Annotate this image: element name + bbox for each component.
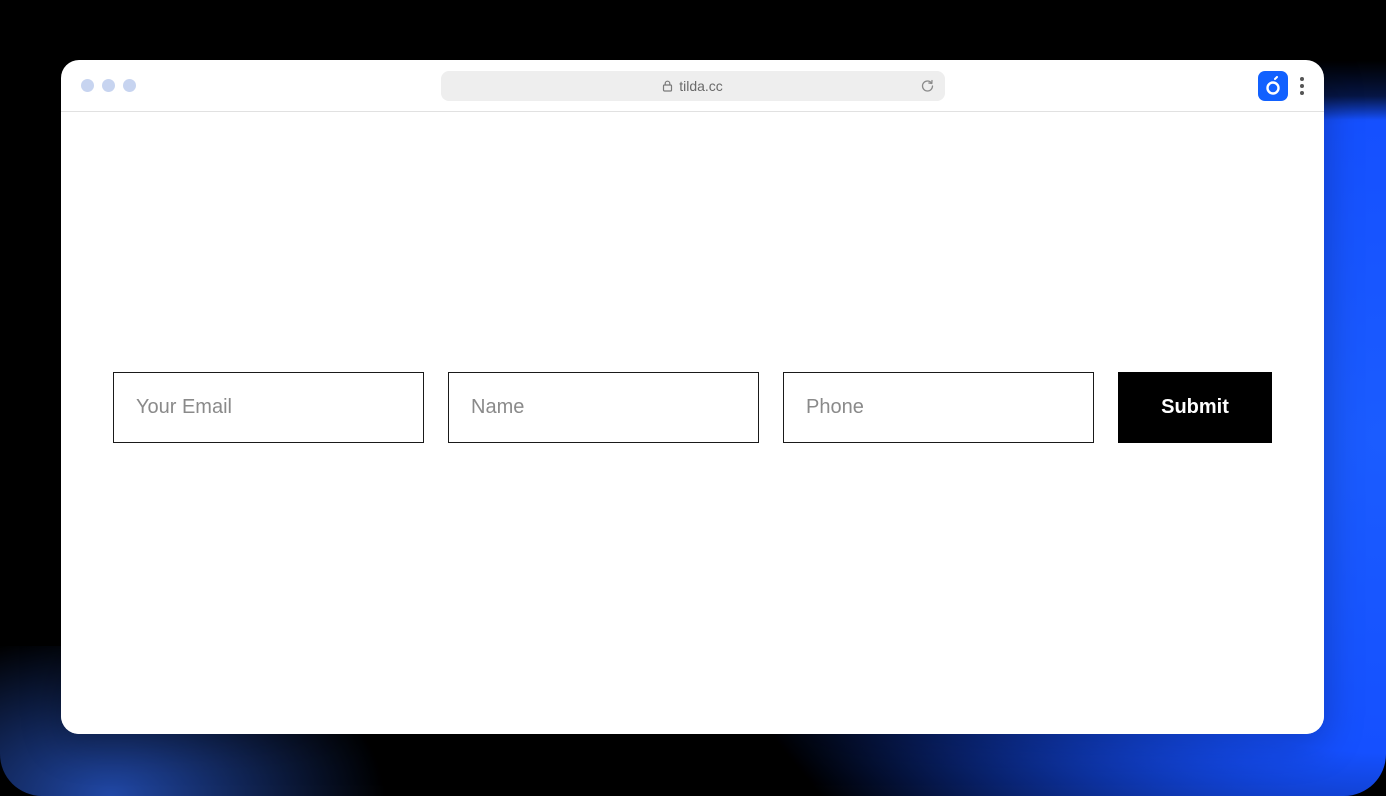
kebab-menu-icon[interactable] (1296, 73, 1308, 99)
name-field[interactable] (448, 372, 759, 443)
window-maximize-dot[interactable] (123, 79, 136, 92)
url-text: tilda.cc (679, 78, 723, 94)
lock-icon (662, 80, 673, 92)
refresh-icon[interactable] (920, 78, 935, 93)
window-minimize-dot[interactable] (102, 79, 115, 92)
browser-window: tilda.cc Submi (61, 60, 1324, 734)
phone-field[interactable] (783, 372, 1094, 443)
window-traffic-lights (81, 79, 136, 92)
tilda-app-badge[interactable] (1258, 71, 1288, 101)
email-field[interactable] (113, 372, 424, 443)
contact-form: Submit (113, 372, 1272, 443)
page-content: Submit (61, 112, 1324, 734)
toolbar-right-controls (1258, 71, 1308, 101)
browser-toolbar: tilda.cc (61, 60, 1324, 112)
window-close-dot[interactable] (81, 79, 94, 92)
url-bar[interactable]: tilda.cc (441, 71, 945, 101)
submit-button[interactable]: Submit (1118, 372, 1272, 443)
